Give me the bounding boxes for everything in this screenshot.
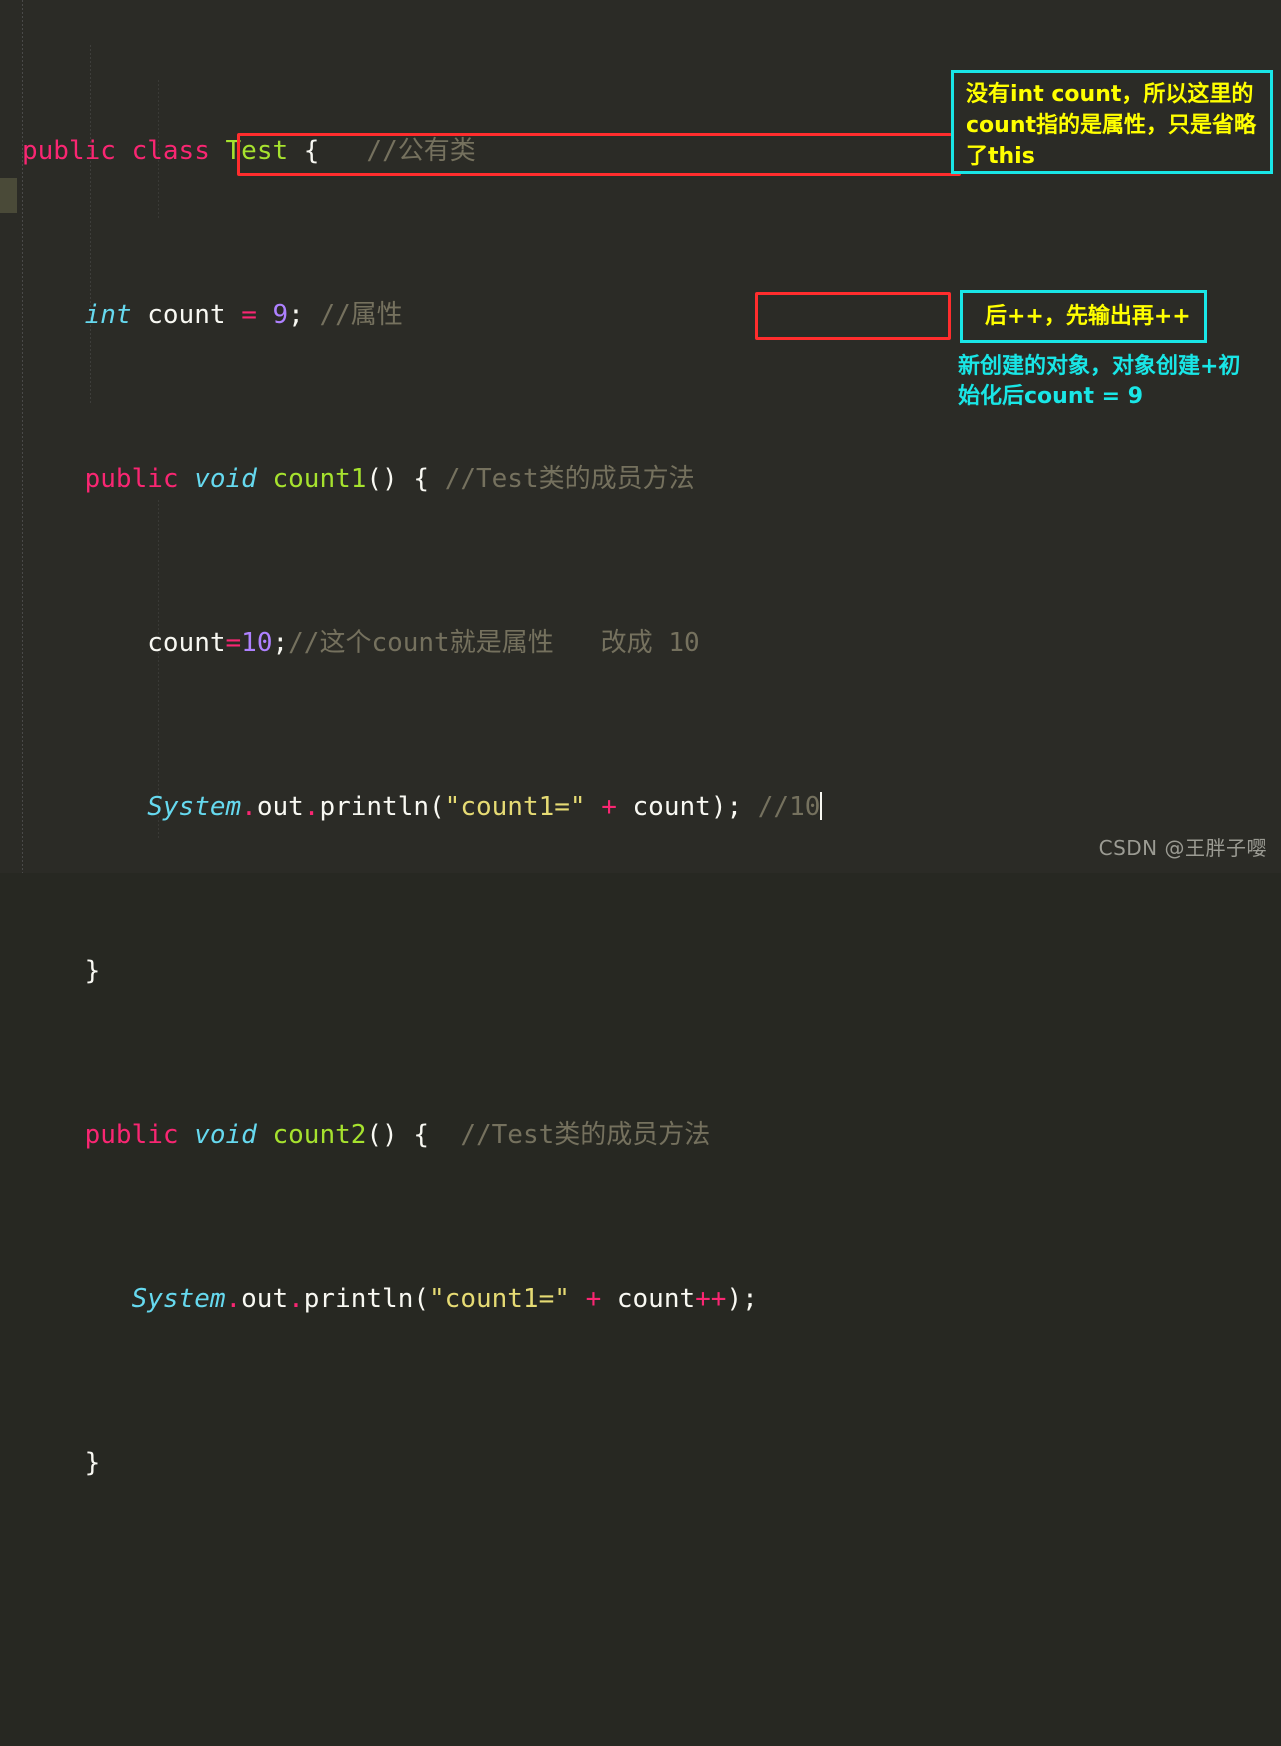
token-parens: () xyxy=(366,464,398,494)
code-line-1: public class Test { //公有类 xyxy=(0,131,991,172)
code-line-10-blank xyxy=(0,1607,991,1648)
token-semicolon: ; xyxy=(272,628,289,658)
token-keyword-public: public xyxy=(84,464,179,494)
token-system: System xyxy=(131,1284,226,1314)
token-type-int: int xyxy=(84,300,132,330)
comment-field: //属性 xyxy=(319,300,403,330)
token-out: out xyxy=(256,792,304,822)
code-line-2: int count = 9; //属性 xyxy=(0,295,991,336)
token-count-ref: count xyxy=(147,628,226,658)
comment-method-count1: //Test类的成员方法 xyxy=(444,464,695,494)
token-dot: . xyxy=(288,1284,304,1314)
token-keyword-public: public xyxy=(22,136,116,166)
token-brace-close: } xyxy=(84,1448,101,1478)
code-line-4: count=10;//这个count就是属性 改成 10 xyxy=(0,623,991,664)
token-tail: ); xyxy=(726,1284,758,1314)
token-assign: = xyxy=(241,300,257,330)
token-method-count1: count1 xyxy=(272,464,367,494)
token-keyword-class: class xyxy=(131,136,210,166)
code-editor-canvas[interactable]: public class Test { //公有类 int count = 9;… xyxy=(0,0,1281,1478)
token-type-void: void xyxy=(194,464,257,494)
code-line-5: System.out.println("count1=" + count); /… xyxy=(0,787,991,828)
comment-count-is-field: //这个count就是属性 改成 10 xyxy=(288,628,700,658)
token-field-count: count xyxy=(147,300,226,330)
code-line-7: public void count2() { //Test类的成员方法 xyxy=(0,1115,991,1156)
token-class-name: Test xyxy=(225,136,289,166)
token-string-literal: "count1=" xyxy=(429,1284,570,1314)
token-paren-open: ( xyxy=(413,1284,430,1314)
token-string-literal: "count1=" xyxy=(444,792,586,822)
annotation-box-field-reference: 没有int count，所以这里的count指的是属性，只是省略了this xyxy=(951,70,1273,174)
token-paren-open: ( xyxy=(429,792,445,822)
token-brace-close: } xyxy=(84,956,101,986)
code-line-9: } xyxy=(0,1443,991,1484)
token-brace-open: { xyxy=(413,464,430,494)
token-type-void: void xyxy=(194,1120,257,1150)
token-increment: ++ xyxy=(695,1284,727,1314)
token-out: out xyxy=(241,1284,289,1314)
token-semicolon: ; xyxy=(288,300,304,330)
token-dot: . xyxy=(241,792,257,822)
token-parens: () xyxy=(366,1120,398,1150)
comment-output-10: //10 xyxy=(757,792,821,822)
comment-public-class: //公有类 xyxy=(366,136,476,166)
comment-method-count2: //Test类的成员方法 xyxy=(460,1120,711,1150)
code-line-8: System.out.println("count1=" + count++); xyxy=(0,1279,991,1320)
token-count-ref: count xyxy=(632,792,711,822)
token-tail: ); xyxy=(710,792,743,822)
watermark-label: CSDN @王胖子嘤 xyxy=(1098,836,1267,860)
token-println: println xyxy=(319,792,430,822)
code-line-6: } xyxy=(0,951,991,992)
token-number-10: 10 xyxy=(241,628,273,658)
annotation-box-post-increment: 后++，先输出再++ xyxy=(960,290,1207,343)
token-keyword-public: public xyxy=(84,1120,179,1150)
source-code-block[interactable]: public class Test { //公有类 int count = 9;… xyxy=(0,0,991,1746)
token-system: System xyxy=(147,792,242,822)
token-dot: . xyxy=(303,792,320,822)
token-brace-open: { xyxy=(413,1120,430,1150)
token-number-9: 9 xyxy=(272,300,289,330)
token-println: println xyxy=(303,1284,414,1314)
token-plus: + xyxy=(601,792,617,822)
token-dot: . xyxy=(225,1284,242,1314)
code-line-3: public void count1() { //Test类的成员方法 xyxy=(0,459,991,500)
token-plus: + xyxy=(585,1284,602,1314)
token-method-count2: count2 xyxy=(272,1120,367,1150)
text-caret xyxy=(820,792,823,820)
annotation-text-new-object: 新创建的对象，对象创建+初 始化后count = 9 xyxy=(958,354,1241,409)
token-assign: = xyxy=(225,628,242,658)
token-count-ref: count xyxy=(616,1284,696,1314)
token-brace-open: { xyxy=(303,136,320,166)
